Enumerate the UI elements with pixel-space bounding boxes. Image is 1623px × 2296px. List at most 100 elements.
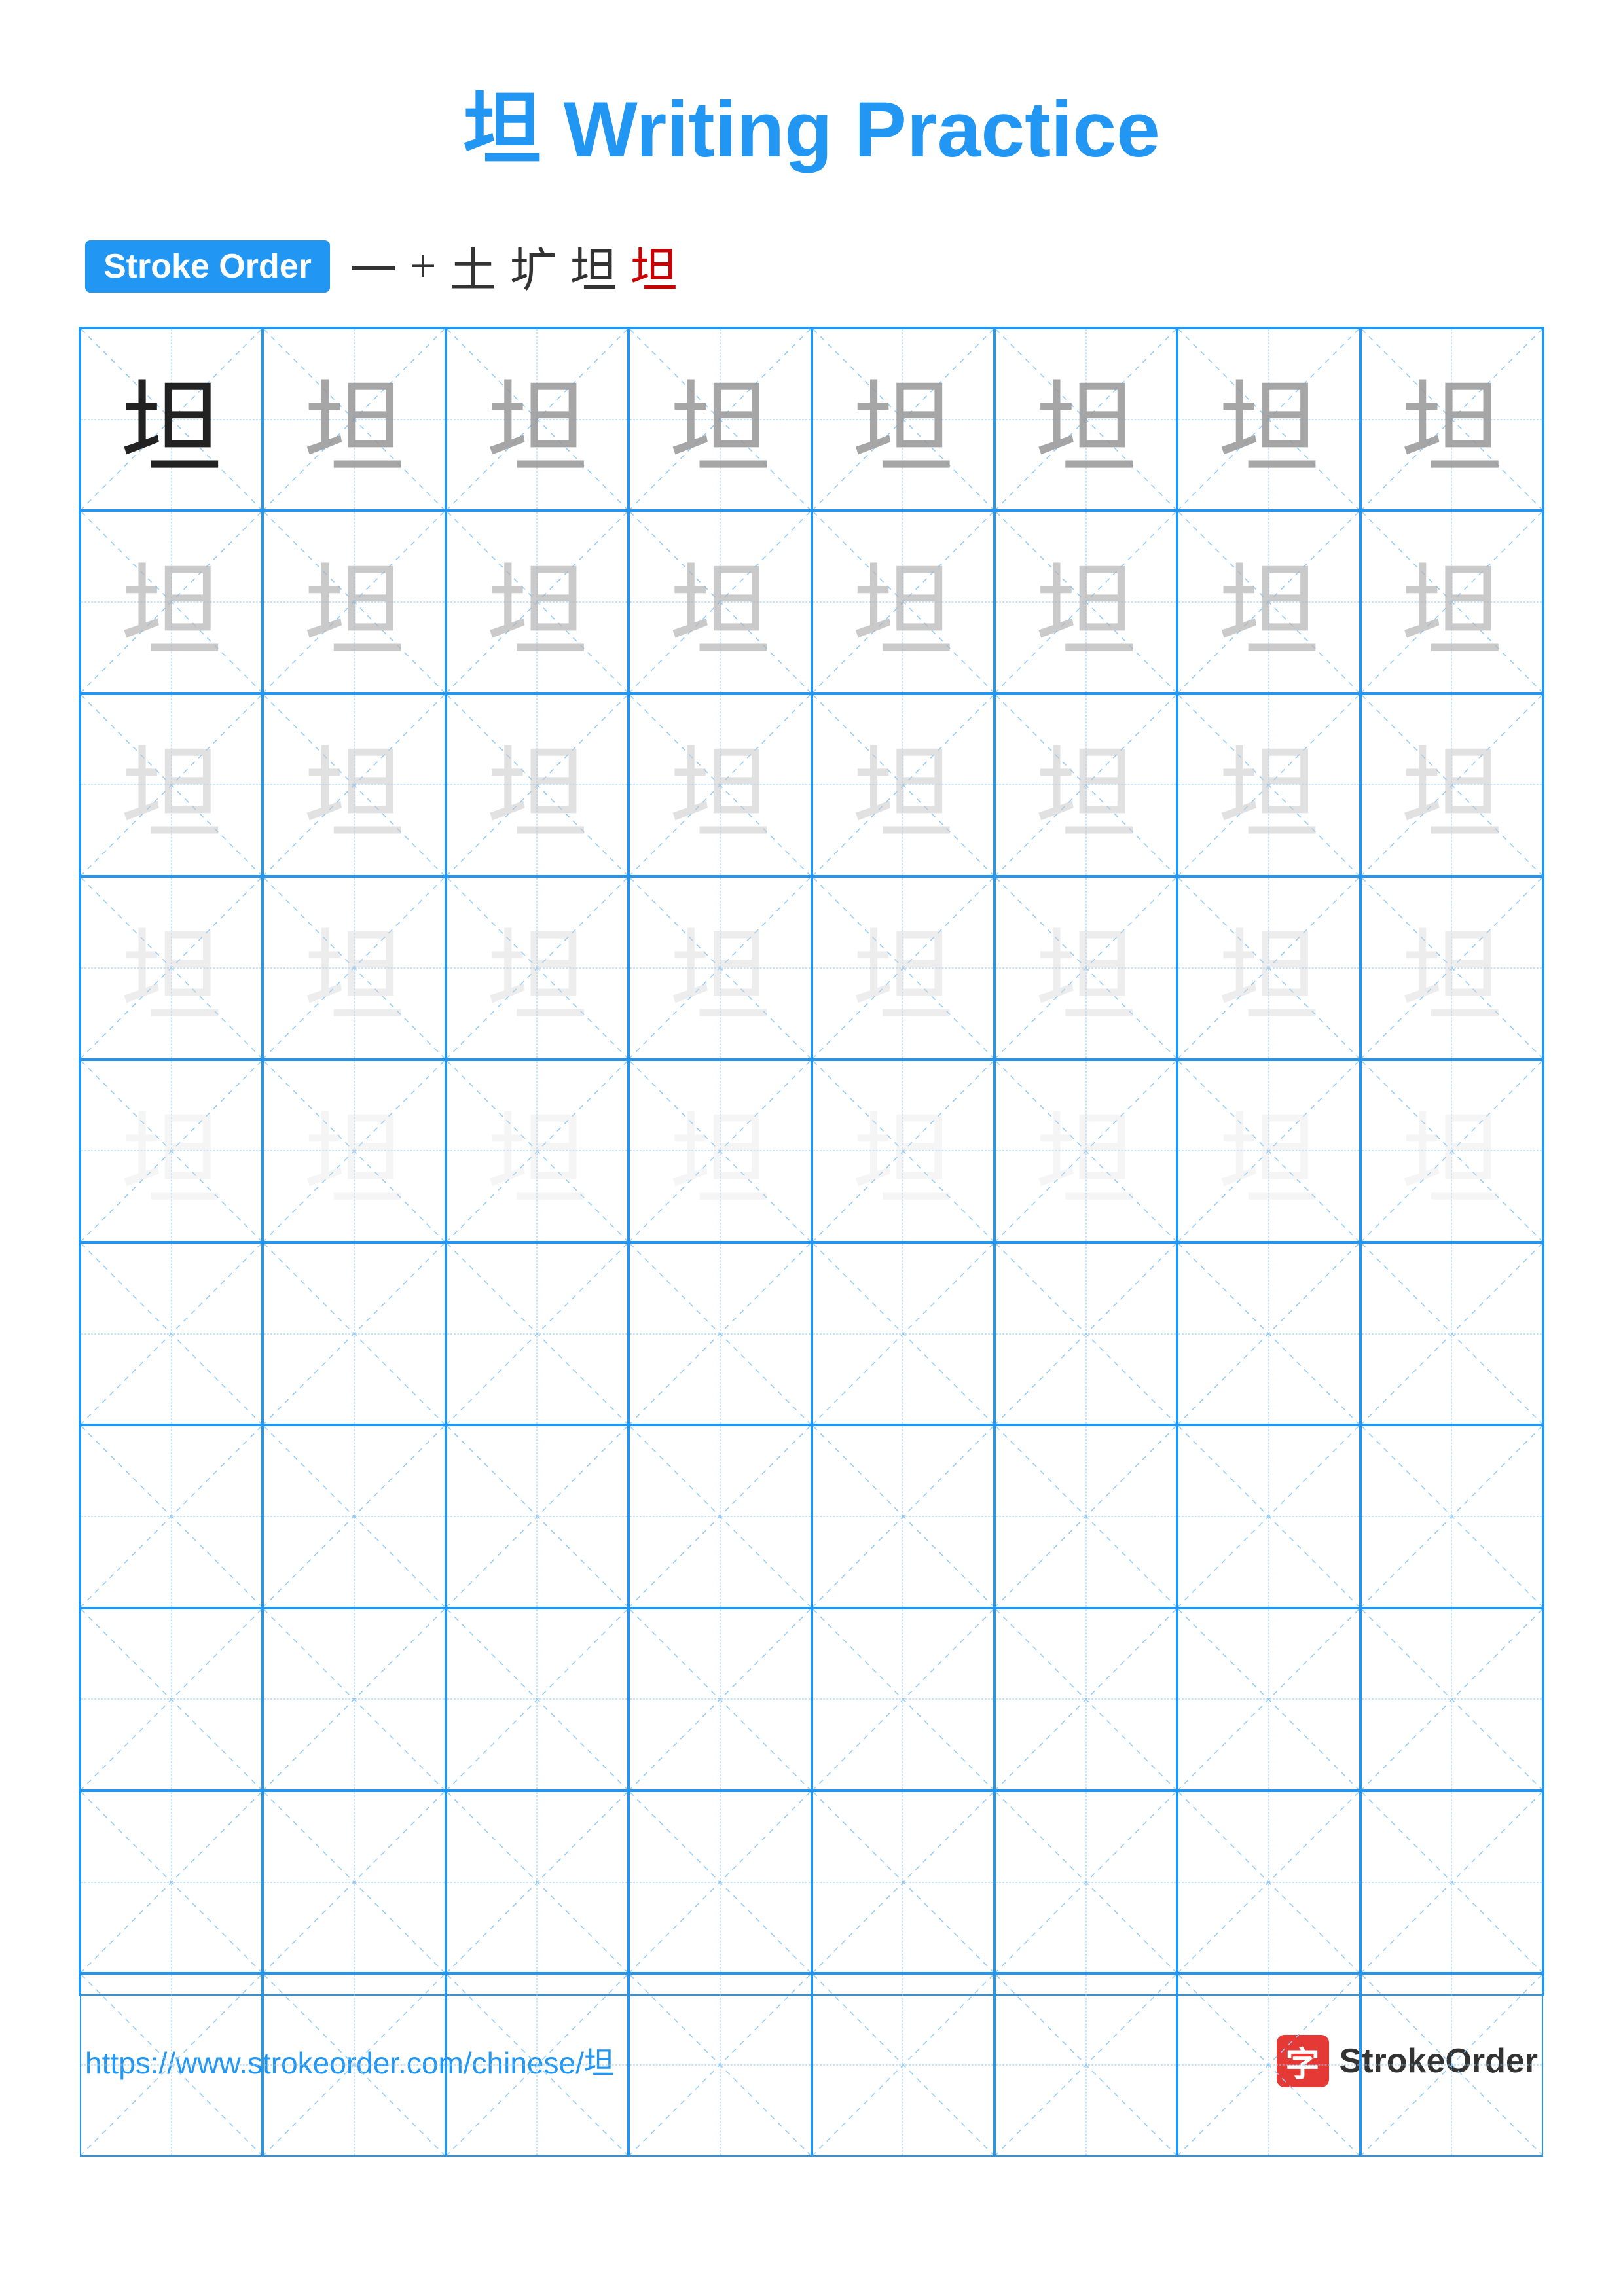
grid-cell[interactable]: 坦 [263,694,445,876]
grid-cell[interactable] [1177,1242,1360,1425]
grid-cell[interactable] [1360,1973,1543,2156]
grid-cell[interactable]: 坦 [80,511,263,693]
grid-cell[interactable] [80,1791,263,1973]
grid-cell[interactable]: 坦 [629,694,811,876]
grid-cell[interactable] [446,1791,629,1973]
stroke-1: 一 [350,232,397,300]
grid-cell[interactable]: 坦 [1177,328,1360,511]
grid-cell[interactable]: 坦 [1360,1060,1543,1242]
practice-char: 坦 [486,894,588,1041]
grid-cell[interactable] [994,1425,1177,1607]
grid-cell[interactable]: 坦 [994,694,1177,876]
grid-cell[interactable] [80,1425,263,1607]
practice-char: 坦 [1218,711,1319,859]
practice-char: 坦 [1035,529,1137,676]
practice-char: 坦 [486,711,588,859]
grid-cell[interactable] [446,1242,629,1425]
grid-cell[interactable]: 坦 [1177,876,1360,1059]
grid-cell[interactable] [263,1791,445,1973]
grid-cell[interactable]: 坦 [812,1060,994,1242]
grid-cell[interactable] [1360,1791,1543,1973]
grid-cell[interactable] [263,1973,445,2156]
grid-cell[interactable]: 坦 [629,1060,811,1242]
grid-cell[interactable]: 坦 [446,511,629,693]
grid-cell[interactable] [1177,1425,1360,1607]
grid-cell[interactable]: 坦 [629,511,811,693]
grid-cell[interactable] [812,1242,994,1425]
grid-cell[interactable] [812,1791,994,1973]
grid-cell[interactable]: 坦 [263,511,445,693]
practice-char: 坦 [120,346,222,493]
grid-cell[interactable]: 坦 [1360,876,1543,1059]
practice-char: 坦 [1401,1077,1503,1225]
grid-cell[interactable] [446,1608,629,1791]
grid-cell[interactable]: 坦 [994,328,1177,511]
practice-char: 坦 [304,346,405,493]
grid-cell[interactable]: 坦 [446,694,629,876]
grid-cell[interactable] [80,1973,263,2156]
grid-cell[interactable]: 坦 [1177,694,1360,876]
grid-cell[interactable]: 坦 [80,1060,263,1242]
grid-cell[interactable]: 坦 [812,876,994,1059]
grid-cell[interactable] [629,1791,811,1973]
writing-grid: 坦 坦 坦 坦 坦 坦 坦 坦 坦 坦 坦 坦 [79,327,1544,1996]
practice-char: 坦 [1218,529,1319,676]
practice-char: 坦 [1401,711,1503,859]
grid-cell[interactable] [812,1608,994,1791]
grid-cell[interactable] [1177,1973,1360,2156]
practice-char: 坦 [304,529,405,676]
practice-char: 坦 [486,1077,588,1225]
grid-cell[interactable]: 坦 [446,328,629,511]
grid-cell[interactable] [1360,1425,1543,1607]
grid-cell[interactable]: 坦 [1360,511,1543,693]
grid-cell[interactable] [80,1242,263,1425]
grid-cell[interactable] [446,1973,629,2156]
grid-cell[interactable] [1177,1791,1360,1973]
grid-cell[interactable] [629,1608,811,1791]
grid-cell[interactable]: 坦 [80,694,263,876]
grid-cell[interactable]: 坦 [1360,694,1543,876]
grid-cell[interactable] [1360,1242,1543,1425]
practice-char: 坦 [1218,1077,1319,1225]
grid-cell[interactable] [629,1425,811,1607]
grid-cell[interactable] [994,1608,1177,1791]
grid-cell[interactable]: 坦 [80,876,263,1059]
grid-cell[interactable]: 坦 [1177,1060,1360,1242]
practice-char: 坦 [852,346,954,493]
practice-char: 坦 [1401,346,1503,493]
grid-cell[interactable] [1177,1608,1360,1791]
grid-cell[interactable] [446,1425,629,1607]
grid-cell[interactable] [80,1608,263,1791]
grid-cell[interactable] [812,1425,994,1607]
grid-cell[interactable]: 坦 [263,876,445,1059]
grid-cell[interactable] [263,1608,445,1791]
grid-cell[interactable] [812,1973,994,2156]
grid-cell[interactable]: 坦 [446,876,629,1059]
grid-cell[interactable]: 坦 [994,511,1177,693]
grid-cell[interactable]: 坦 [1360,328,1543,511]
grid-cell[interactable] [994,1973,1177,2156]
grid-cell[interactable]: 坦 [80,328,263,511]
grid-cell[interactable]: 坦 [812,511,994,693]
grid-cell[interactable] [629,1242,811,1425]
grid-cell[interactable]: 坦 [446,1060,629,1242]
grid-cell[interactable] [263,1242,445,1425]
practice-char: 坦 [1035,711,1137,859]
grid-cell[interactable] [994,1791,1177,1973]
grid-cell[interactable]: 坦 [994,876,1177,1059]
grid-cell[interactable]: 坦 [629,328,811,511]
practice-char: 坦 [1035,894,1137,1041]
grid-cell[interactable] [1360,1608,1543,1791]
grid-cell[interactable]: 坦 [994,1060,1177,1242]
grid-cell[interactable]: 坦 [1177,511,1360,693]
grid-cell[interactable]: 坦 [812,694,994,876]
grid-cell[interactable] [629,1973,811,2156]
grid-cell[interactable]: 坦 [263,1060,445,1242]
practice-char: 坦 [669,894,771,1041]
grid-cell[interactable] [263,1425,445,1607]
grid-cell[interactable]: 坦 [812,328,994,511]
grid-cell[interactable]: 坦 [263,328,445,511]
grid-cell[interactable]: 坦 [629,876,811,1059]
grid-cell[interactable] [994,1242,1177,1425]
practice-char: 坦 [669,711,771,859]
